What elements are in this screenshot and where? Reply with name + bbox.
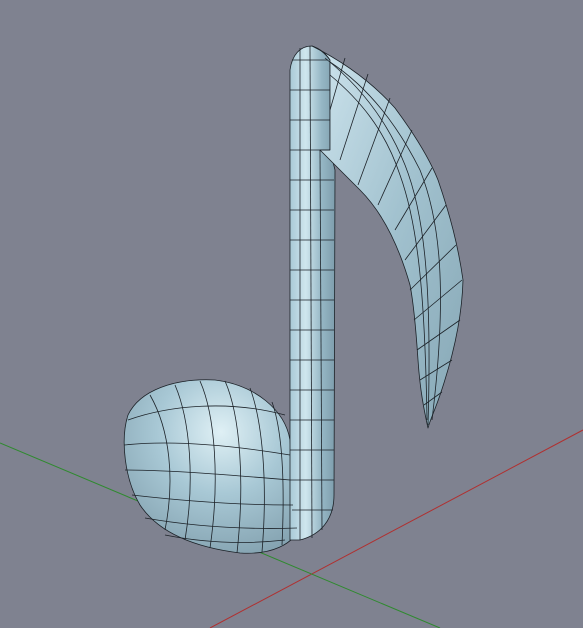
3d-viewport[interactable]: [0, 0, 583, 628]
eighth-note-icon[interactable]: [123, 45, 464, 554]
viewport-canvas[interactable]: [0, 0, 583, 628]
